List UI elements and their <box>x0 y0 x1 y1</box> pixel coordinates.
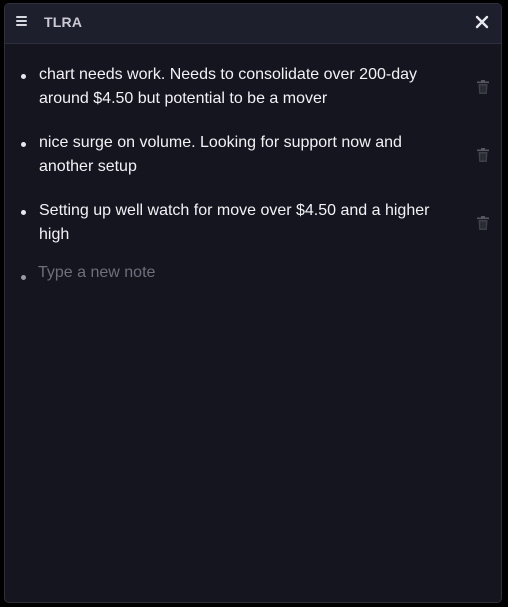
panel-header: TLRA <box>5 4 501 44</box>
close-button[interactable] <box>473 13 491 31</box>
note-text[interactable]: chart needs work. Needs to consolidate o… <box>39 63 439 111</box>
new-note-row <box>19 261 489 291</box>
bullet-icon <box>21 142 26 147</box>
list-item[interactable]: Setting up well watch for move over $4.5… <box>19 202 489 250</box>
bullet-icon <box>21 210 26 215</box>
note-text[interactable]: Setting up well watch for move over $4.5… <box>39 199 439 247</box>
panel-title: TLRA <box>44 14 83 30</box>
trash-icon[interactable] <box>477 148 489 162</box>
note-text[interactable]: nice surge on volume. Looking for suppor… <box>39 131 439 179</box>
new-note-input[interactable] <box>38 261 458 285</box>
bullet-icon <box>21 74 26 79</box>
trash-icon[interactable] <box>477 216 489 230</box>
notes-panel: TLRA chart needs work. Needs to consolid… <box>4 3 502 603</box>
hamburger-menu-icon[interactable] <box>16 16 28 28</box>
bullet-icon <box>21 275 26 280</box>
list-item[interactable]: nice surge on volume. Looking for suppor… <box>19 134 489 182</box>
trash-icon[interactable] <box>477 80 489 94</box>
list-item[interactable]: chart needs work. Needs to consolidate o… <box>19 66 489 114</box>
close-icon <box>475 15 489 29</box>
